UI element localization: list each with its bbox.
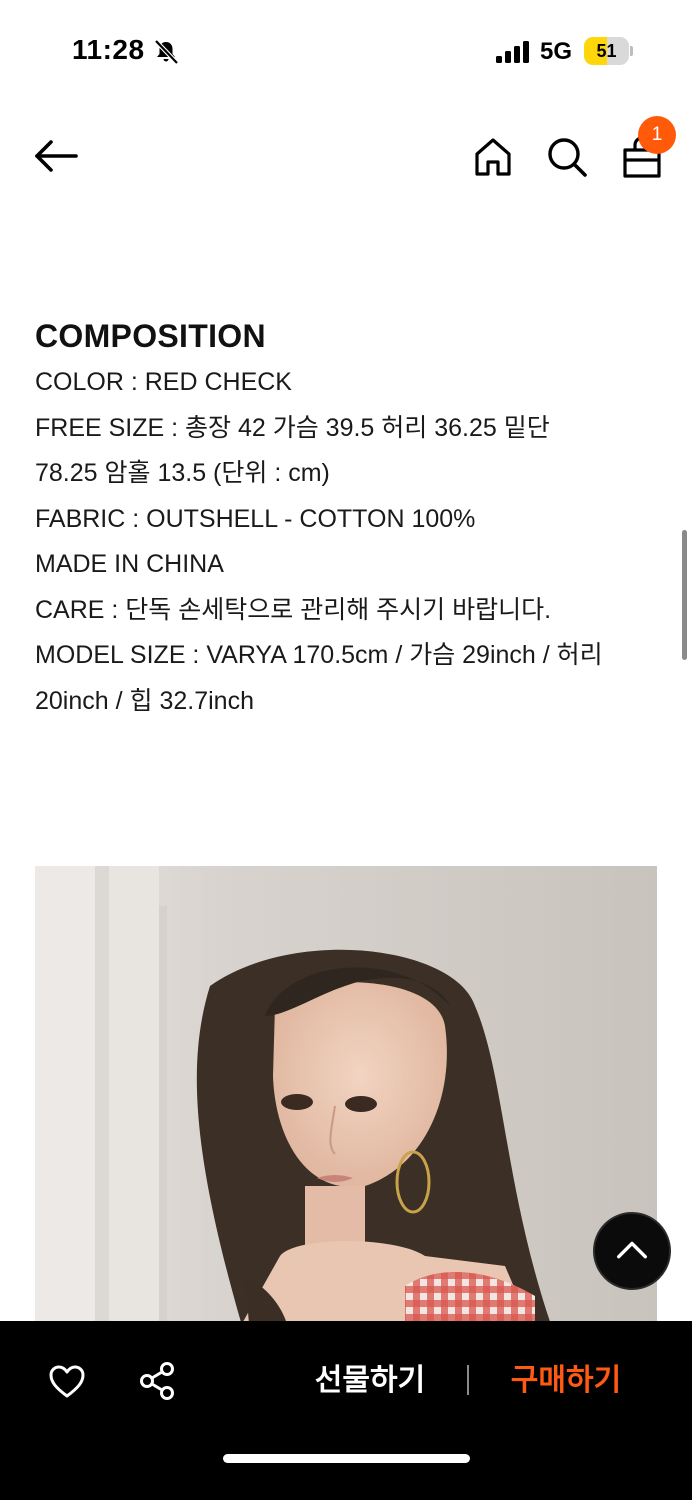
battery-icon: 51 bbox=[584, 37, 633, 65]
status-time: 11:28 bbox=[72, 34, 145, 65]
product-photo bbox=[35, 866, 657, 1336]
buy-button[interactable]: 구매하기 bbox=[496, 1357, 636, 1405]
back-button[interactable] bbox=[32, 136, 80, 176]
scroll-indicator[interactable] bbox=[682, 530, 687, 660]
composition-title: COMPOSITION bbox=[35, 318, 266, 354]
detail-line: FABRIC : OUTSHELL - COTTON 100% bbox=[35, 504, 476, 533]
signal-icon bbox=[496, 41, 529, 63]
network-label: 5G bbox=[540, 38, 573, 65]
detail-line: 20inch / 힙 32.7inch bbox=[35, 686, 254, 715]
bell-off-icon bbox=[154, 39, 179, 65]
heart-icon bbox=[49, 1365, 85, 1398]
home-button[interactable] bbox=[472, 136, 514, 178]
detail-line: MODEL SIZE : VARYA 170.5cm / 가슴 29inch /… bbox=[35, 641, 603, 669]
battery-level: 51 bbox=[596, 41, 617, 61]
detail-line: MADE IN CHINA bbox=[35, 550, 224, 578]
battery-body: 51 bbox=[584, 37, 629, 65]
nav-bar bbox=[0, 100, 692, 210]
share-icon bbox=[140, 1362, 174, 1400]
detail-line: COLOR : RED CHECK bbox=[35, 368, 292, 396]
like-button[interactable] bbox=[48, 1363, 86, 1401]
scroll-top-button[interactable] bbox=[593, 1212, 671, 1290]
action-divider bbox=[467, 1365, 469, 1395]
detail-line: CARE : 단독 손세탁으로 관리해 주시기 바랍니다. bbox=[35, 595, 552, 624]
home-indicator[interactable] bbox=[223, 1454, 470, 1463]
home-icon bbox=[475, 138, 511, 176]
gift-button[interactable]: 선물하기 bbox=[300, 1357, 440, 1405]
detail-line: FREE SIZE : 총장 42 가슴 39.5 허리 36.25 밑단 bbox=[35, 413, 550, 442]
composition-section: COMPOSITION COLOR : RED CHECK FREE SIZE … bbox=[35, 312, 665, 724]
search-button[interactable] bbox=[545, 135, 589, 179]
status-bar: 11:28 5G 51 bbox=[0, 0, 692, 100]
product-detail-screen: 11:28 5G 51 1 COMPOSITION COLOR: RED CH… bbox=[0, 0, 692, 1500]
search-icon bbox=[548, 138, 587, 177]
cart-count-badge: 1 bbox=[638, 116, 676, 154]
chevron-up-icon bbox=[617, 1241, 647, 1259]
detail-line: 78.25 암홀 13.5 (단위 : cm) bbox=[35, 459, 330, 487]
share-button[interactable] bbox=[138, 1361, 178, 1401]
battery-cap bbox=[630, 46, 633, 56]
bottom-action-bar: 선물하기 구매하기 bbox=[0, 1321, 692, 1500]
arrow-left-icon bbox=[35, 140, 78, 172]
